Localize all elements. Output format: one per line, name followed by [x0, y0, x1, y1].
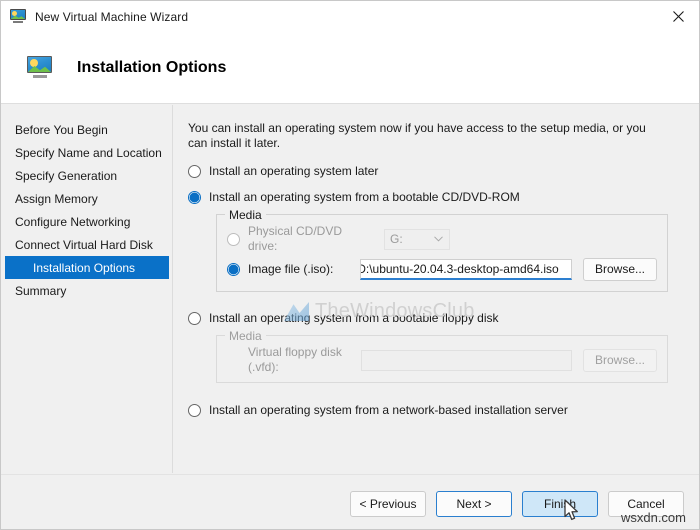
option-install-from-cd-dvd[interactable]: Install an operating system from a boota… [188, 190, 685, 205]
floppy-media-group: Media Virtual floppy disk (.vfd): Browse… [216, 329, 668, 383]
radio-install-from-network-icon[interactable] [188, 404, 201, 417]
page-title: Installation Options [77, 58, 227, 76]
sidebar-item-configure-networking[interactable]: Configure Networking [1, 210, 172, 233]
finish-button[interactable]: Finish [522, 491, 598, 517]
option-install-from-network[interactable]: Install an operating system from a netwo… [188, 403, 685, 418]
sidebar-item-assign-memory[interactable]: Assign Memory [1, 187, 172, 210]
sidebar-item-label: Installation Options [33, 260, 136, 275]
browse-floppy-disk-button[interactable]: Browse... [583, 348, 657, 372]
image-file-row[interactable]: Image file (.iso): D:\ubuntu-20.04.3-des… [227, 257, 657, 281]
sidebar-item-label: Configure Networking [15, 214, 131, 229]
virtual-floppy-disk-row: Virtual floppy disk (.vfd): Browse... [227, 345, 657, 374]
radio-install-later-icon[interactable] [188, 165, 201, 178]
next-button[interactable]: Next > [436, 491, 512, 517]
window-title: New Virtual Machine Wizard [35, 9, 189, 24]
wizard-body: Before You Begin Specify Name and Locati… [1, 105, 699, 473]
floppy-media-group-title: Media [225, 329, 266, 343]
virtual-machine-icon [27, 56, 53, 79]
option-label: Install an operating system from a boota… [209, 190, 520, 204]
sidebar-item-label: Assign Memory [15, 191, 98, 206]
sidebar-item-label: Connect Virtual Hard Disk [15, 237, 153, 252]
physical-cd-dvd-drive-row[interactable]: Physical CD/DVD drive: G: [227, 224, 657, 253]
image-file-path-input[interactable]: D:\ubuntu-20.04.3-desktop-amd64.iso [360, 258, 572, 280]
image-file-path-value: D:\ubuntu-20.04.3-desktop-amd64.iso [360, 261, 559, 276]
physical-drive-select[interactable]: G: [384, 228, 450, 250]
wizard-footer: < Previous Next > Finish Cancel [1, 474, 699, 529]
sidebar-item-specify-generation[interactable]: Specify Generation [1, 164, 172, 187]
option-install-from-floppy[interactable]: Install an operating system from a boota… [188, 311, 685, 326]
sidebar-item-summary[interactable]: Summary [1, 279, 172, 302]
sidebar-item-label: Specify Name and Location [15, 145, 162, 160]
cd-dvd-media-group: Media Physical CD/DVD drive: G: Image fi… [216, 208, 668, 292]
sidebar-item-specify-name-and-location[interactable]: Specify Name and Location [1, 141, 172, 164]
physical-cd-dvd-label: Physical CD/DVD drive: [248, 224, 343, 253]
option-label: Install an operating system from a netwo… [209, 403, 568, 417]
wizard-steps-sidebar: Before You Begin Specify Name and Locati… [1, 105, 173, 473]
virtual-floppy-disk-input[interactable] [360, 349, 572, 371]
cd-dvd-media-group-title: Media [225, 208, 266, 222]
title-bar: New Virtual Machine Wizard [1, 1, 699, 32]
page-header: Installation Options [1, 32, 699, 104]
sidebar-item-label: Summary [15, 283, 67, 298]
sidebar-item-label: Specify Generation [15, 168, 118, 183]
intro-description: You can install an operating system now … [188, 121, 646, 150]
footer-button-group: < Previous Next > Finish Cancel [350, 491, 684, 517]
radio-physical-cd-dvd-icon[interactable] [227, 233, 240, 246]
sidebar-item-before-you-begin[interactable]: Before You Begin [1, 118, 172, 141]
sidebar-item-label: Before You Begin [15, 122, 108, 137]
radio-install-from-floppy-icon[interactable] [188, 312, 201, 325]
option-install-later[interactable]: Install an operating system later [188, 164, 685, 179]
chevron-down-icon [434, 234, 443, 244]
image-file-label: Image file (.iso): [248, 261, 334, 276]
virtual-floppy-disk-label: Virtual floppy disk (.vfd): [248, 345, 342, 374]
new-virtual-machine-wizard-window: New Virtual Machine Wizard Installation … [0, 0, 700, 530]
virtual-machine-icon [10, 9, 27, 24]
previous-button[interactable]: < Previous [350, 491, 426, 517]
browse-image-file-button[interactable]: Browse... [583, 257, 657, 281]
physical-drive-value: G: [390, 232, 403, 246]
cancel-button[interactable]: Cancel [608, 491, 684, 517]
option-label: Install an operating system from a boota… [209, 311, 499, 325]
sidebar-item-installation-options[interactable]: Installation Options [5, 256, 169, 279]
radio-install-from-cd-dvd-icon[interactable] [188, 191, 201, 204]
wizard-content: You can install an operating system now … [174, 105, 699, 473]
option-label: Install an operating system later [209, 164, 379, 178]
radio-image-file-icon[interactable] [227, 263, 240, 276]
sidebar-item-connect-virtual-hard-disk[interactable]: Connect Virtual Hard Disk [1, 233, 172, 256]
close-icon[interactable] [655, 1, 699, 32]
